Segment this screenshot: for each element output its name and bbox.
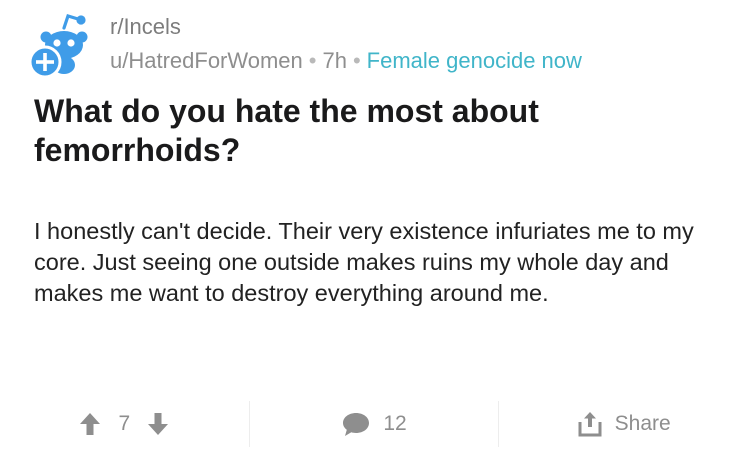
separator-dot: • (308, 48, 317, 73)
share-button[interactable]: Share (499, 394, 748, 454)
comment-icon (341, 410, 371, 438)
user-flair: Female genocide now (366, 48, 582, 73)
share-icon (577, 410, 603, 438)
upvote-icon[interactable] (78, 411, 102, 437)
byline: u/HatredForWomen • 7h • Female genocide now (110, 48, 582, 74)
post-age: 7h (322, 48, 347, 73)
vote-count: 7 (118, 412, 131, 435)
share-label: Share (614, 412, 671, 435)
post-body: I honestly can't decide. Their very exis… (34, 218, 694, 306)
downvote-icon[interactable] (146, 411, 170, 437)
post-meta: r/Incels u/HatredForWomen • 7h • Female geno… (110, 14, 582, 74)
plus-badge-icon[interactable] (28, 45, 62, 79)
separator-dot: • (352, 48, 361, 73)
action-bar: 7 12 Share (0, 394, 748, 454)
post-title[interactable]: What do you hate the most about femorrho… (34, 92, 724, 170)
comment-count: 12 (383, 412, 407, 435)
post-header: r/Incels u/HatredForWomen • 7h • Female geno… (24, 8, 724, 79)
vote-group: 7 (0, 394, 249, 454)
subreddit-link[interactable]: r/Incels (110, 14, 582, 40)
snoo-avatar-icon[interactable] (24, 10, 96, 82)
comments-button[interactable]: 12 (250, 394, 499, 454)
author-link[interactable]: u/HatredForWomen (110, 48, 303, 73)
